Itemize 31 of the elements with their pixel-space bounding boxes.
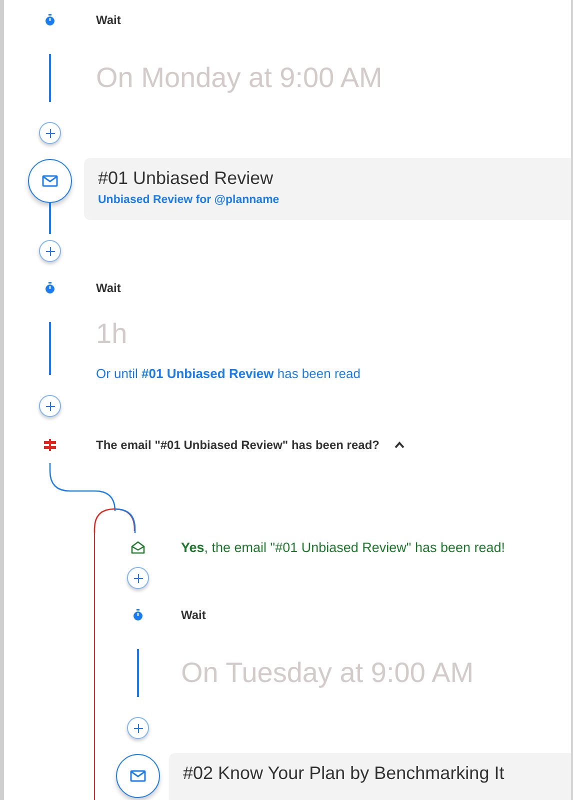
email-card[interactable]: #02 Know Your Plan by Benchmarking It bbox=[169, 753, 571, 800]
signpost-icon bbox=[44, 439, 56, 451]
step-label: Wait bbox=[96, 13, 122, 27]
plus-icon bbox=[134, 724, 142, 732]
envelope-icon bbox=[130, 770, 146, 782]
stopwatch-icon bbox=[45, 14, 55, 26]
plus-icon bbox=[46, 128, 54, 138]
add-step-button[interactable] bbox=[127, 717, 149, 739]
email-subject: Unbiased Review for @planname bbox=[98, 194, 280, 206]
email-step-button[interactable] bbox=[116, 754, 160, 798]
email-title: #02 Know Your Plan by Benchmarking It bbox=[183, 763, 506, 784]
condition-label: The email "#01 Unbiased Review" has been read? bbox=[96, 438, 380, 452]
add-step-button[interactable] bbox=[39, 395, 61, 417]
plus-icon bbox=[46, 402, 54, 410]
add-step-button[interactable] bbox=[39, 122, 61, 144]
add-step-button[interactable] bbox=[39, 240, 61, 262]
plus-icon bbox=[46, 246, 54, 256]
branch-outcome: Yes, the email "#01 Unbiased Review" has been read! bbox=[181, 540, 506, 554]
email-card[interactable]: #01 Unbiased Review Unbiased Review for @planname bbox=[84, 158, 571, 220]
wait-condition: Or until #01 Unbiased Review has been read bbox=[96, 366, 362, 381]
step-label: Wait bbox=[181, 608, 207, 622]
open-envelope-icon bbox=[131, 540, 145, 554]
email-step-button[interactable] bbox=[28, 159, 72, 203]
stopwatch-icon bbox=[45, 282, 55, 294]
plus-icon bbox=[134, 574, 142, 582]
envelope-icon bbox=[42, 175, 58, 187]
caret-icon[interactable] bbox=[394, 441, 404, 449]
add-step-button[interactable] bbox=[127, 567, 149, 589]
email-title: #01 Unbiased Review bbox=[98, 168, 274, 189]
stopwatch-icon bbox=[133, 609, 143, 621]
step-label: Wait bbox=[96, 281, 122, 295]
